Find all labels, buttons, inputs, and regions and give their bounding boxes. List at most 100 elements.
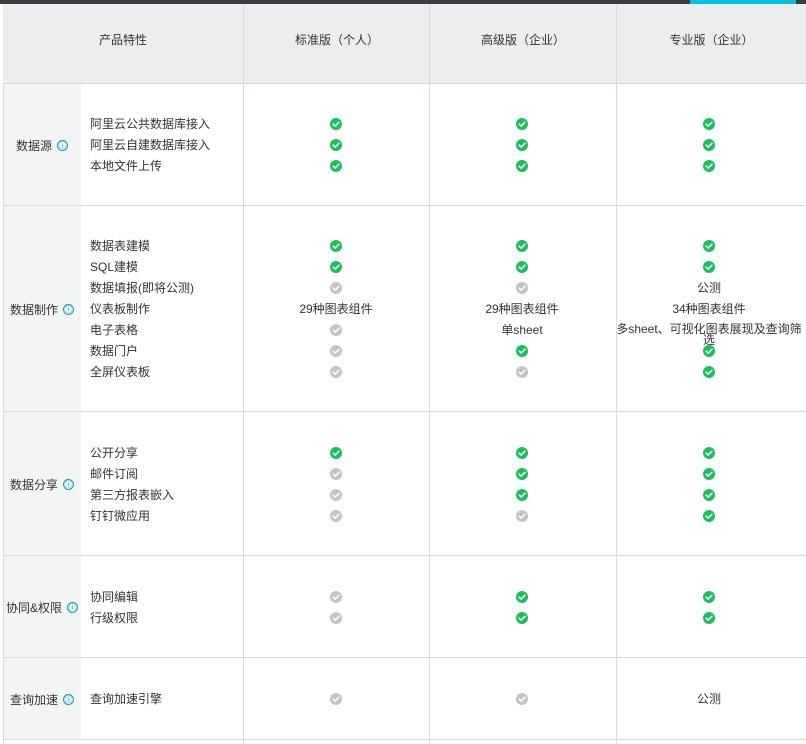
checkmark-glyph	[705, 615, 713, 621]
check-circle-green-icon	[330, 240, 342, 252]
check-circle-green-icon	[703, 366, 715, 378]
check-circle-green-icon	[703, 467, 715, 480]
check-circle-grey-icon	[516, 509, 528, 522]
professional-value-text: 多sheet、可视化图表展现及查询筛选	[616, 322, 802, 347]
feature-label: 协同编辑	[90, 589, 139, 604]
checkmark-glyph	[705, 121, 713, 127]
standard-value-text: 29种图表组件	[299, 302, 373, 316]
feature-label: 全屏仪表板	[90, 365, 151, 379]
check-circle-green-icon	[703, 261, 715, 273]
info-circle-icon[interactable]: ⓘ	[63, 478, 74, 490]
feature-label: 电子表格	[90, 323, 139, 337]
check-circle-grey-icon	[516, 366, 528, 378]
professional-value-text: 公测	[696, 692, 721, 706]
feature-label: 数据表建模	[90, 239, 151, 253]
info-circle-icon[interactable]: ⓘ	[57, 139, 68, 151]
checkmark-glyph	[332, 471, 340, 477]
check-circle-green-icon	[516, 611, 528, 624]
info-circle-icon[interactable]: ⓘ	[63, 303, 74, 315]
feature-label: 行级权限	[90, 610, 139, 625]
checkmark-glyph	[332, 615, 340, 621]
check-circle-green-icon	[516, 590, 528, 603]
check-circle-grey-icon	[330, 590, 342, 603]
category-label: 查询加速 ⓘ	[4, 658, 80, 740]
feature-label: 公开分享	[90, 445, 139, 460]
row-divider	[3, 739, 806, 740]
checkmark-glyph	[518, 696, 526, 702]
checkmark-glyph	[332, 327, 340, 333]
checkmark-glyph	[332, 121, 340, 127]
advanced-value-text: 29种图表组件	[485, 302, 559, 316]
checkmark-glyph	[705, 471, 713, 477]
checkmark-glyph	[518, 264, 526, 270]
header-advanced-edition: 高级版（企业）	[480, 33, 565, 47]
feature-label: 第三方报表嵌入	[90, 487, 175, 502]
checkmark-glyph	[518, 142, 526, 148]
advanced-value-text: 单sheet	[501, 323, 543, 337]
check-circle-grey-icon	[330, 467, 342, 480]
category-name: 协同&权限	[5, 600, 62, 615]
row-divider	[3, 411, 806, 412]
feature-label: 数据门户	[90, 344, 139, 358]
checkmark-glyph	[332, 243, 340, 249]
category-label: 协同&权限 ⓘ	[4, 556, 80, 658]
row-divider	[3, 205, 806, 206]
category-name: 查询加速	[9, 692, 58, 707]
checkmark-glyph	[705, 450, 713, 456]
check-circle-green-icon	[703, 509, 715, 522]
check-circle-green-icon	[703, 345, 715, 357]
checkmark-glyph	[518, 594, 526, 600]
checkmark-glyph	[518, 513, 526, 519]
feature-label: 仪表板制作	[90, 302, 151, 316]
check-circle-green-icon	[516, 446, 528, 459]
check-circle-grey-icon	[330, 345, 342, 357]
checkmark-glyph	[332, 163, 340, 169]
check-circle-green-icon	[703, 611, 715, 624]
category-name: 数据制作	[9, 302, 58, 317]
checkmark-glyph	[332, 285, 340, 291]
checkmark-glyph	[705, 369, 713, 375]
checkmark-glyph	[332, 142, 340, 148]
checkmark-glyph	[705, 513, 713, 519]
checkmark-glyph	[705, 348, 713, 354]
check-circle-grey-icon	[330, 488, 342, 501]
header-standard-edition: 标准版（个人）	[294, 33, 379, 47]
column-divider	[429, 4, 430, 744]
checkmark-glyph	[518, 163, 526, 169]
checkmark-glyph	[332, 264, 340, 270]
feature-label: SQL建模	[90, 260, 139, 274]
column-divider	[616, 4, 617, 744]
checkmark-glyph	[518, 348, 526, 354]
check-circle-green-icon	[330, 139, 342, 151]
checkmark-glyph	[705, 163, 713, 169]
row-divider	[3, 555, 806, 556]
info-circle-icon[interactable]: ⓘ	[63, 693, 74, 705]
checkmark-glyph	[518, 121, 526, 127]
check-circle-green-icon	[330, 118, 342, 130]
checkmark-glyph	[332, 594, 340, 600]
checkmark-glyph	[518, 285, 526, 291]
checkmark-glyph	[332, 513, 340, 519]
checkmark-glyph	[332, 348, 340, 354]
check-circle-green-icon	[703, 139, 715, 151]
checkmark-glyph	[705, 594, 713, 600]
feature-label: 阿里云自建数据库接入	[90, 138, 211, 152]
feature-label: 数据填报(即将公测)	[90, 281, 194, 295]
check-circle-grey-icon	[330, 611, 342, 624]
feature-label: 邮件订阅	[90, 466, 139, 481]
check-circle-green-icon	[516, 139, 528, 151]
column-divider	[243, 4, 244, 744]
check-circle-green-icon	[703, 446, 715, 459]
check-circle-grey-icon	[330, 324, 342, 336]
info-circle-icon[interactable]: ⓘ	[67, 601, 78, 613]
header-feature-column: 产品特性	[98, 33, 147, 47]
checkmark-glyph	[518, 243, 526, 249]
feature-label: 阿里云公共数据库接入	[90, 117, 211, 131]
check-circle-green-icon	[516, 467, 528, 480]
check-circle-green-icon	[330, 446, 342, 459]
check-circle-green-icon	[516, 345, 528, 357]
check-circle-grey-icon	[330, 693, 342, 705]
checkmark-glyph	[705, 243, 713, 249]
category-name: 数据分享	[9, 477, 58, 492]
check-circle-grey-icon	[330, 366, 342, 378]
